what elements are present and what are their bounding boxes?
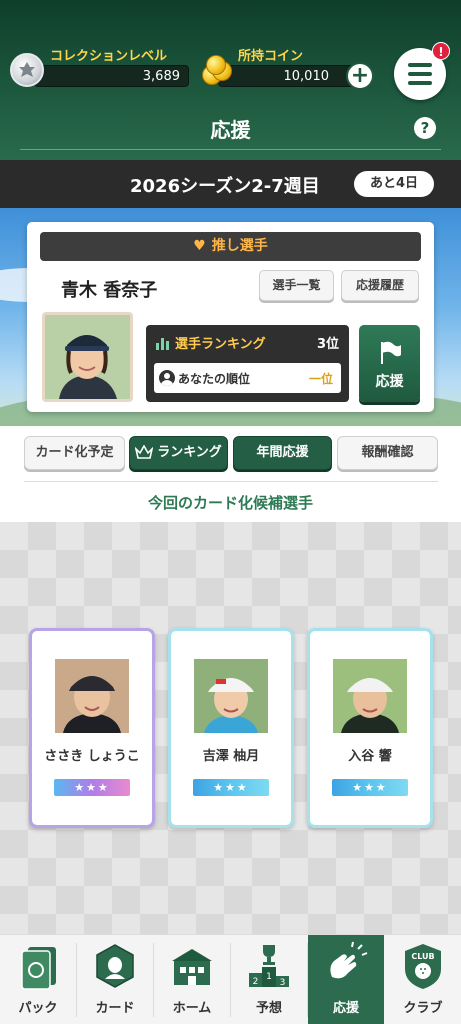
nav-prediction[interactable]: 2 1 3 予想	[231, 935, 307, 1024]
cheer-history-button[interactable]: 応援履歴	[341, 270, 419, 301]
podium-number: 3	[280, 978, 286, 988]
nav-card-label: カード	[95, 1001, 135, 1016]
nav-club-label: クラブ	[403, 1001, 443, 1016]
candidate-photo	[333, 659, 407, 733]
cheer-button[interactable]: 応援	[359, 325, 420, 402]
bar-chart-icon	[156, 336, 170, 354]
hamburger-icon-bar	[408, 81, 432, 85]
candidate-name: 吉澤 柚月	[202, 749, 260, 764]
bottom-nav: パック カード ホーム 2 1 3 予想 応援 CLUB クラブ	[0, 934, 461, 1024]
nav-cheer-label: 応援	[332, 1001, 359, 1016]
tab-ranking-label: ランキング	[157, 445, 222, 460]
favorite-player-card: ♥ 推し選手 青木 香奈子 選手一覧 応援履歴 選手ランキング 3位 あなたの順…	[27, 222, 434, 412]
notification-badge: !	[432, 42, 450, 60]
podium-number: 2	[253, 977, 259, 987]
my-rank-row: あなたの順位 一位	[154, 363, 341, 393]
pack-icon	[14, 941, 62, 991]
tab-ranking[interactable]: ランキング	[129, 436, 228, 470]
tab-bar: カード化予定 ランキング 年間応援 報酬確認 今回のカード化候補選手	[0, 426, 461, 522]
rarity-stars: ★★★	[193, 779, 269, 796]
hamburger-icon-bar	[408, 72, 432, 76]
tab-annual-cheer[interactable]: 年間応援	[233, 436, 332, 470]
nav-prediction-label: 予想	[255, 1001, 282, 1016]
days-left-badge: あと4日	[354, 171, 434, 197]
person-icon	[159, 370, 175, 386]
collection-level-badge-icon	[10, 53, 44, 87]
nav-club[interactable]: CLUB クラブ	[385, 935, 461, 1024]
nav-pack-label: パック	[18, 1001, 58, 1016]
candidate-card[interactable]: 入谷 響 ★★★	[307, 628, 433, 828]
favorite-header-label: 推し選手	[211, 238, 268, 254]
candidate-card[interactable]: 吉澤 柚月 ★★★	[168, 628, 294, 828]
my-rank-value: 一位	[308, 372, 333, 386]
nav-home[interactable]: ホーム	[154, 935, 230, 1024]
favorite-player-name: 青木 香奈子	[61, 280, 158, 301]
page-title: 応援	[210, 118, 251, 142]
ranking-value: 3位	[316, 337, 339, 352]
tab-rewards[interactable]: 報酬確認	[337, 436, 438, 470]
podium-number: 1	[266, 972, 272, 982]
candidate-photo	[55, 659, 129, 733]
ranking-title-label: 選手ランキング	[175, 337, 266, 352]
candidate-card[interactable]: ささき しょうこ ★★★	[29, 628, 155, 828]
nav-home-label: ホーム	[172, 1001, 212, 1016]
nav-pack[interactable]: パック	[0, 935, 76, 1024]
heart-icon: ♥	[193, 238, 206, 254]
collection-level-label: コレクションレベル	[50, 49, 168, 64]
hamburger-icon	[408, 63, 432, 67]
candidate-name: ささき しょうこ	[44, 749, 140, 764]
collection-level-value: 3,689	[34, 65, 189, 87]
favorite-player-photo[interactable]	[42, 312, 133, 402]
my-rank-label: あなたの順位	[178, 372, 251, 386]
candidate-photo	[194, 659, 268, 733]
flag-icon	[377, 339, 403, 369]
card-icon	[91, 941, 139, 991]
ranking-title: 選手ランキング	[156, 333, 266, 354]
club-badge-text: CLUB	[411, 952, 434, 961]
podium-icon: 2 1 3	[245, 941, 293, 991]
rarity-stars: ★★★	[54, 779, 130, 796]
cheer-button-label: 応援	[375, 374, 404, 390]
coins-label: 所持コイン	[238, 49, 304, 64]
add-coins-button[interactable]: +	[346, 62, 374, 90]
coin-stack-icon	[200, 53, 234, 87]
favorite-header: ♥ 推し選手	[40, 232, 421, 261]
candidates-area: ささき しょうこ ★★★ 吉澤 柚月 ★★★ 入谷 響 ★★★	[0, 522, 461, 934]
candidates-title: 今回のカード化候補選手	[147, 494, 313, 512]
nav-card[interactable]: カード	[77, 935, 153, 1024]
coins-value: 10,010	[218, 65, 358, 87]
home-icon	[168, 941, 216, 991]
player-list-button[interactable]: 選手一覧	[259, 270, 334, 301]
nav-cheer[interactable]: 応援	[308, 935, 384, 1024]
season-title: 2026シーズン2-7週目	[130, 176, 320, 197]
cheer-hands-icon	[322, 941, 370, 991]
crown-icon	[134, 440, 154, 472]
tab-card-schedule[interactable]: カード化予定	[24, 436, 125, 470]
rarity-stars: ★★★	[332, 779, 408, 796]
top-header: コレクションレベル 3,689 所持コイン 10,010 + ! 応援 ?	[0, 0, 461, 160]
title-divider	[20, 149, 441, 150]
tabs-divider	[24, 481, 438, 482]
candidate-name: 入谷 響	[348, 749, 392, 764]
club-icon: CLUB	[399, 941, 447, 991]
player-ranking-box: 選手ランキング 3位 あなたの順位 一位	[146, 325, 349, 402]
season-bar: 2026シーズン2-7週目 あと4日	[0, 160, 461, 208]
help-button[interactable]: ?	[414, 117, 436, 139]
